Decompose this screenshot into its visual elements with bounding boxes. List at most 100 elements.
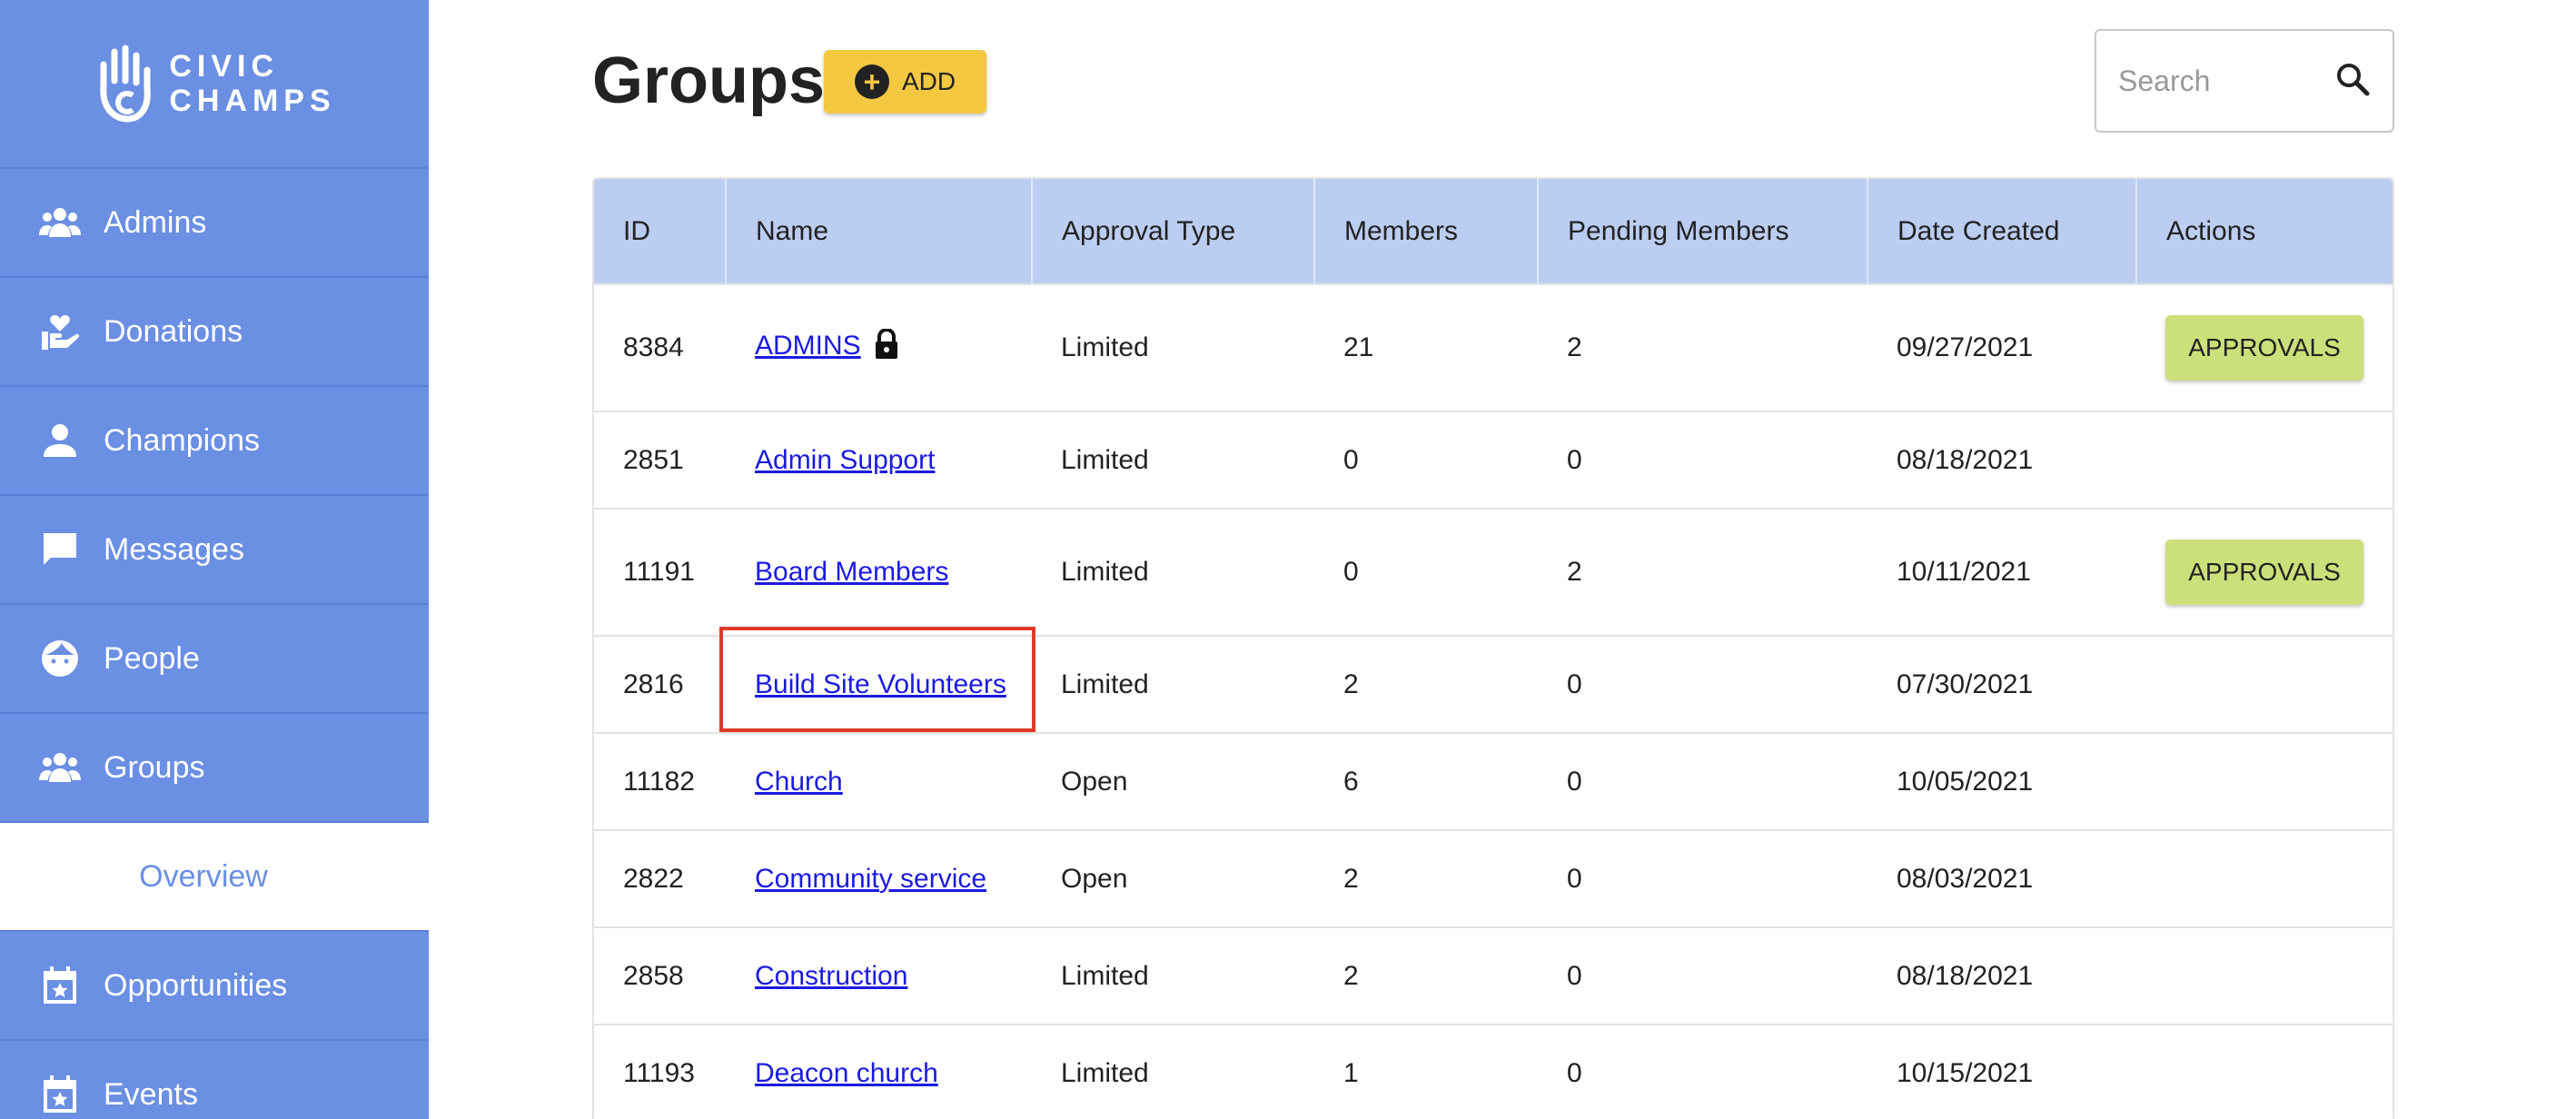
cell-approval-type: Limited: [1032, 635, 1314, 733]
cell-members: 2: [1314, 926, 1538, 1025]
column-header-approval-type[interactable]: Approval Type: [1032, 179, 1315, 284]
logo-line-2: CHAMPS: [169, 84, 336, 118]
table-row: 2851 Admin Support Limited 0 0 08/18/202…: [594, 411, 2393, 509]
cell-id: 11182: [594, 732, 726, 830]
cell-id: 11191: [594, 508, 726, 636]
cell-id: 2816: [594, 635, 726, 733]
group-link-community-service[interactable]: Community service: [755, 864, 986, 894]
group-link-build-site-volunteers[interactable]: Build Site Volunteers: [755, 669, 1006, 699]
chat-bubble-icon: [36, 526, 84, 573]
cell-id: 2822: [594, 829, 726, 927]
search-input[interactable]: [2118, 64, 2334, 98]
add-group-button[interactable]: + ADD: [824, 50, 986, 114]
cell-name: Board Members: [726, 508, 1032, 636]
column-header-id[interactable]: ID: [594, 179, 727, 284]
sidebar-item-people[interactable]: People: [0, 605, 429, 714]
group-link-construction[interactable]: Construction: [755, 961, 907, 991]
cell-pending-members: 0: [1538, 829, 1868, 927]
cell-date-created: 08/03/2021: [1868, 829, 2136, 927]
sidebar-item-groups[interactable]: Groups: [0, 714, 429, 823]
cell-members: 2: [1314, 829, 1538, 927]
cell-pending-members: 2: [1538, 508, 1868, 636]
cell-date-created: 09/27/2021: [1868, 283, 2136, 411]
sidebar: CIVIC CHAMPS Admins Donations Champions …: [0, 0, 429, 1119]
cell-name: Community service: [726, 829, 1032, 927]
cell-pending-members: 0: [1538, 1024, 1868, 1119]
cell-approval-type: Limited: [1032, 508, 1314, 636]
group-link-admin-support[interactable]: Admin Support: [755, 445, 935, 475]
cell-id: 2858: [594, 926, 726, 1025]
sidebar-item-messages[interactable]: Messages: [0, 496, 429, 605]
approvals-button[interactable]: APPROVALS: [2165, 540, 2363, 605]
table-body: 8384 ADMINS Limited 21 2 09/27/2021 APPR…: [594, 283, 2393, 1119]
cell-pending-members: 0: [1538, 732, 1868, 830]
table-header: ID Name Approval Type Members Pending Me…: [594, 179, 2393, 284]
groups-icon: [36, 744, 84, 791]
column-header-date-created[interactable]: Date Created: [1868, 179, 2137, 284]
sidebar-item-admins[interactable]: Admins: [0, 169, 429, 278]
cell-actions: [2136, 1024, 2393, 1119]
table-row: 2822 Community service Open 2 0 08/03/20…: [594, 829, 2393, 927]
cell-date-created: 07/30/2021: [1868, 635, 2136, 733]
cell-name: Construction: [726, 926, 1032, 1025]
sidebar-item-champions[interactable]: Champions: [0, 387, 429, 496]
lock-icon: [874, 327, 899, 367]
cell-members: 0: [1314, 508, 1538, 636]
cell-actions: [2136, 635, 2393, 733]
donation-hand-icon: [36, 308, 84, 355]
group-link-admins[interactable]: ADMINS: [755, 331, 861, 361]
hand-logo-icon: [100, 45, 152, 123]
plus-icon: +: [854, 64, 889, 99]
table-row: 2858 Construction Limited 2 0 08/18/2021: [594, 926, 2393, 1025]
group-link-board-members[interactable]: Board Members: [755, 557, 948, 587]
logo[interactable]: CIVIC CHAMPS: [0, 0, 429, 169]
column-header-members[interactable]: Members: [1314, 179, 1539, 284]
group-link-church[interactable]: Church: [755, 767, 843, 797]
group-link-deacon-church[interactable]: Deacon church: [755, 1058, 938, 1088]
column-header-name[interactable]: Name: [726, 179, 1033, 284]
cell-name: Church: [726, 732, 1032, 830]
sidebar-item-opportunities[interactable]: Opportunities: [0, 932, 429, 1041]
sidebar-item-donations[interactable]: Donations: [0, 278, 429, 387]
cell-id: 11193: [594, 1024, 726, 1119]
column-header-pending-members[interactable]: Pending Members: [1538, 179, 1868, 284]
cell-approval-type: Limited: [1032, 283, 1314, 411]
column-header-actions: Actions: [2166, 215, 2256, 246]
cell-date-created: 10/11/2021: [1868, 508, 2136, 636]
approvals-button[interactable]: APPROVALS: [2165, 315, 2363, 381]
cell-actions: [2136, 732, 2393, 830]
person-icon: [36, 417, 84, 464]
cell-date-created: 10/15/2021: [1868, 1024, 2136, 1119]
cell-date-created: 08/18/2021: [1868, 411, 2136, 509]
add-button-label: ADD: [901, 67, 956, 95]
cell-members: 1: [1314, 1024, 1538, 1119]
sidebar-item-label: Groups: [104, 749, 205, 785]
sidebar-item-label: Opportunities: [104, 967, 288, 1003]
logo-text: CIVIC CHAMPS: [169, 49, 335, 118]
cell-approval-type: Open: [1032, 829, 1314, 927]
cell-actions: [2136, 411, 2393, 509]
cell-name: Build Site Volunteers: [726, 635, 1032, 733]
table-row: 8384 ADMINS Limited 21 2 09/27/2021 APPR…: [594, 283, 2393, 411]
sidebar-item-events[interactable]: Events: [0, 1041, 429, 1119]
sidebar-item-label: Admins: [104, 204, 207, 240]
cell-pending-members: 0: [1538, 926, 1868, 1025]
cell-id: 2851: [594, 411, 726, 509]
cell-pending-members: 2: [1538, 283, 1868, 411]
logo-line-1: CIVIC: [169, 49, 280, 84]
groups-table: ID Name Approval Type Members Pending Me…: [592, 177, 2394, 1119]
cell-name: ADMINS: [726, 283, 1032, 411]
table-row: 11191 Board Members Limited 0 2 10/11/20…: [594, 508, 2393, 636]
sidebar-item-label: Events: [104, 1076, 198, 1112]
cell-id: 8384: [594, 283, 726, 411]
cell-actions: APPROVALS: [2136, 508, 2393, 636]
search-icon[interactable]: [2334, 61, 2371, 102]
table-row: 11182 Church Open 6 0 10/05/2021: [594, 732, 2393, 830]
cell-pending-members: 0: [1538, 635, 1868, 733]
search-box: [2095, 29, 2394, 133]
sidebar-item-label: Overview: [139, 858, 268, 894]
calendar-star-icon: [36, 962, 84, 1009]
sidebar-item-label: People: [104, 640, 200, 676]
sidebar-subitem-overview[interactable]: Overview: [0, 823, 429, 932]
page-title: Groups: [592, 45, 826, 117]
